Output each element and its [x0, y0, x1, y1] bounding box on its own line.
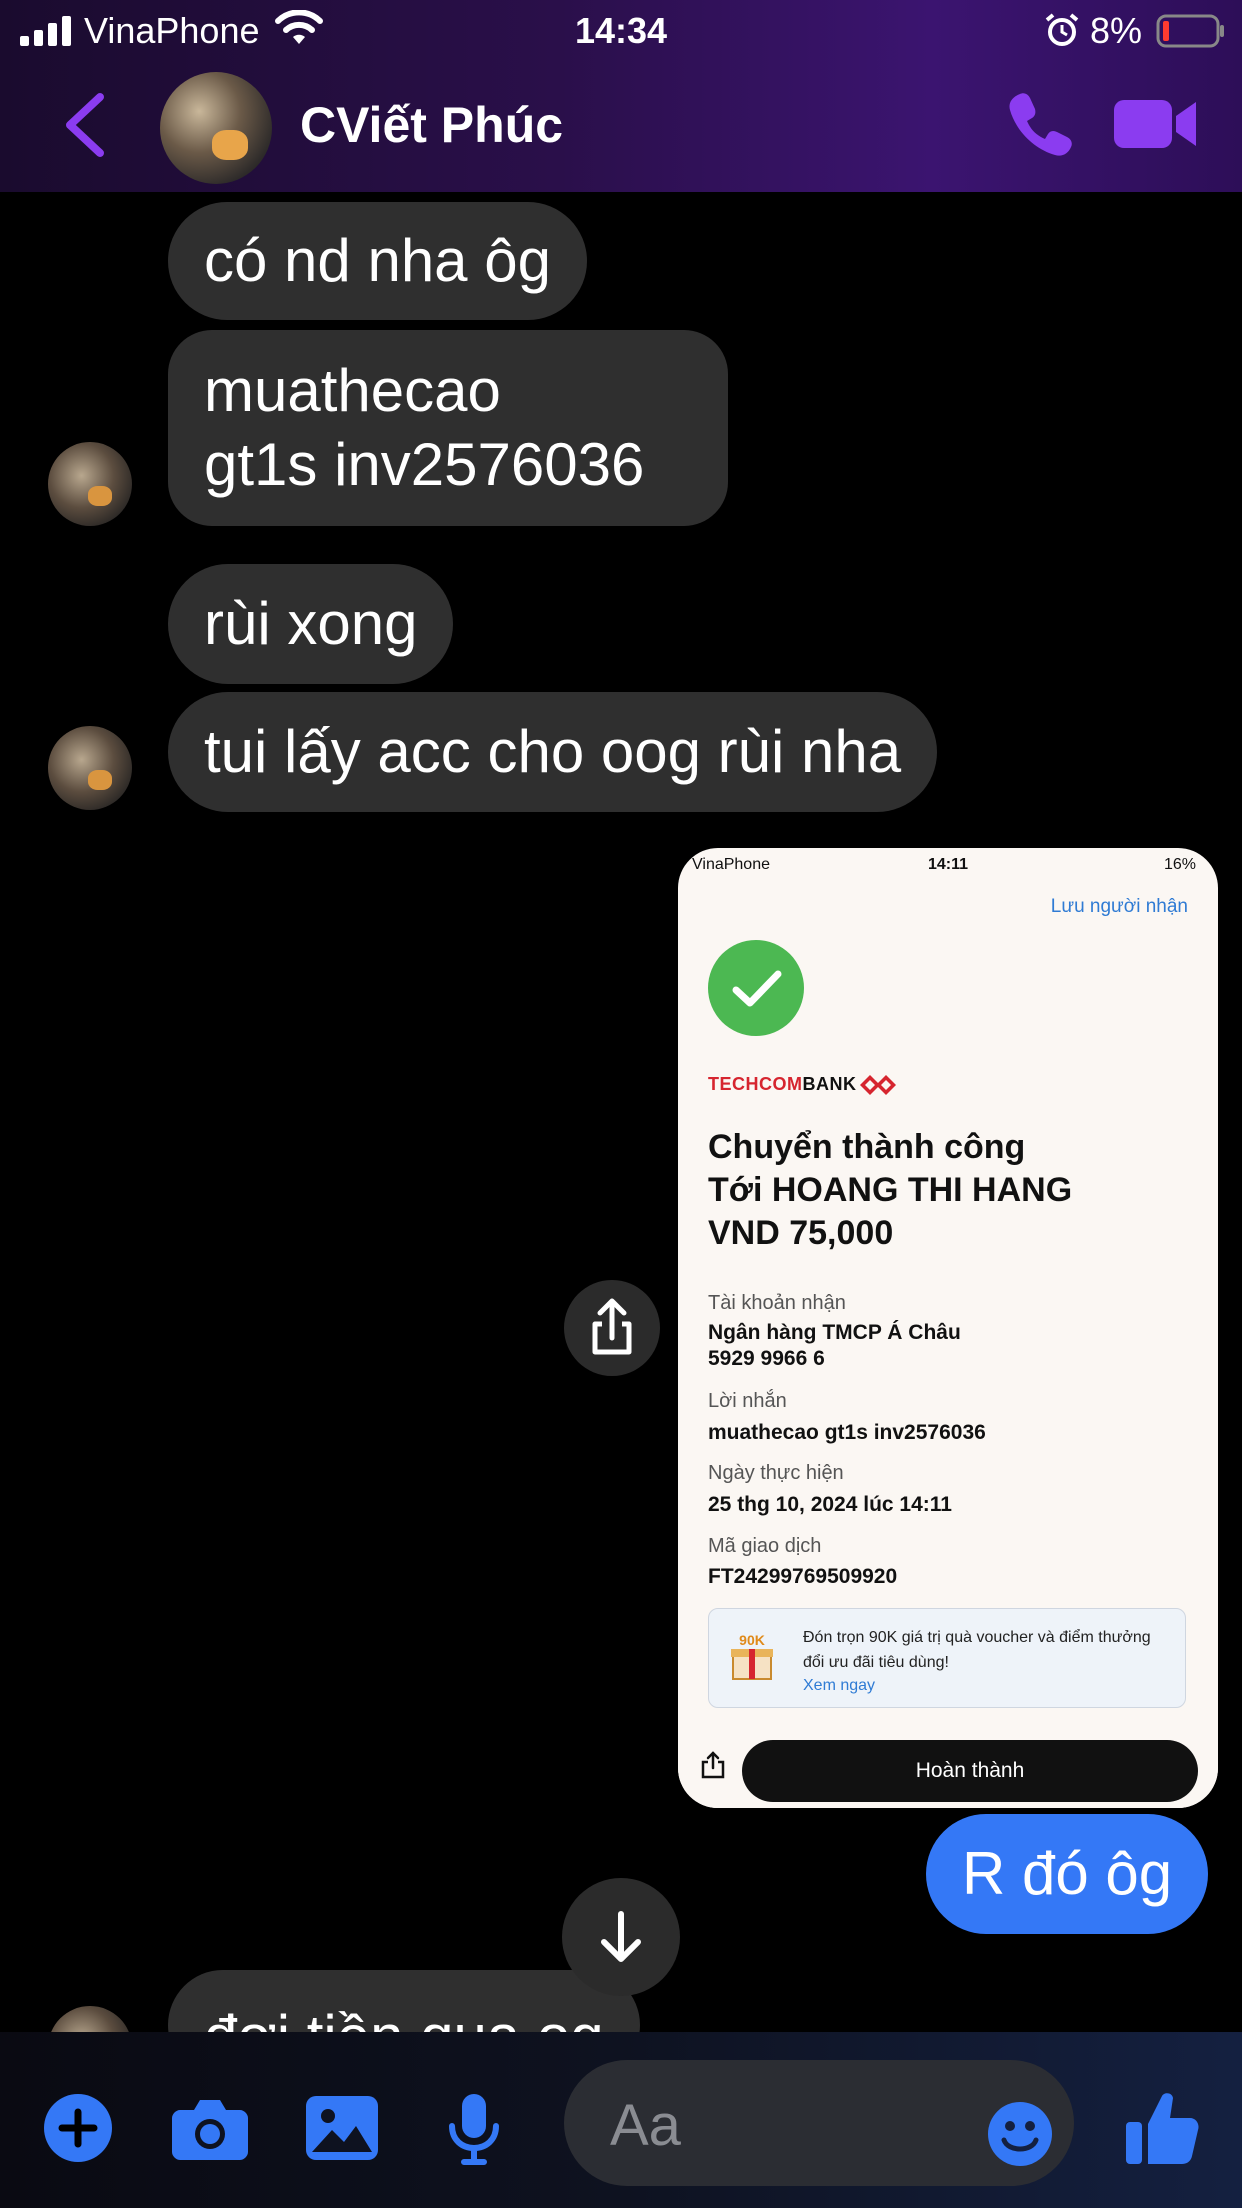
chevron-left-icon[interactable]: [62, 92, 108, 158]
message-composer: Aa: [0, 2032, 1242, 2208]
transfer-status: Chuyển thành công: [708, 1128, 1026, 1166]
bank-logo-mark-icon: [860, 1075, 896, 1095]
gift-box-icon: 90K: [731, 1632, 773, 1680]
status-bar: VinaPhone 14:34 8%: [0, 0, 1242, 62]
scroll-to-bottom-button[interactable]: [562, 1878, 680, 1996]
incoming-message[interactable]: có nd nha ôg: [168, 202, 587, 320]
incoming-message[interactable]: rùi xong: [168, 564, 454, 684]
image-attachment[interactable]: VinaPhone 14:11 16% Lưu người nhận TECHC…: [678, 848, 1218, 1808]
microphone-icon[interactable]: [446, 2094, 502, 2166]
incoming-message[interactable]: tui lấy acc cho oog rùi nha: [168, 692, 938, 812]
image-icon[interactable]: [306, 2096, 378, 2160]
bank-logo: TECHCOMBANK: [708, 1074, 857, 1094]
arrow-down-icon: [601, 1911, 641, 1962]
txn-label: Mã giao dịch: [708, 1535, 822, 1557]
incoming-message[interactable]: muathecao gt1s inv2576036: [168, 330, 728, 526]
phone-icon[interactable]: [1006, 90, 1074, 158]
transfer-amount: VND 75,000: [708, 1214, 894, 1252]
share-attachment-button[interactable]: [564, 1280, 660, 1376]
sender-avatar[interactable]: [48, 726, 132, 810]
message-input-placeholder: Aa: [610, 2093, 681, 2158]
chat-header: CViết Phúc: [0, 62, 1242, 192]
success-check-icon: [708, 940, 804, 1036]
contact-name[interactable]: CViết Phúc: [300, 96, 563, 154]
txn-value: FT24299769509920: [708, 1565, 898, 1588]
date-value: 25 thg 10, 2024 lúc 14:11: [708, 1493, 952, 1516]
share-icon: [701, 1751, 725, 1779]
sender-avatar[interactable]: [48, 442, 132, 526]
share-icon: [592, 1298, 632, 1355]
promo-text: Đón trọn 90K giá trị quà voucher và điểm…: [803, 1629, 1151, 1671]
message-line: muathecao: [204, 357, 501, 424]
done-button: Hoàn thành: [742, 1740, 1198, 1802]
account-label: Tài khoản nhận: [708, 1292, 846, 1314]
camera-icon[interactable]: [172, 2096, 248, 2160]
emoji-icon[interactable]: [986, 2100, 1054, 2168]
thumbs-up-icon[interactable]: [1126, 2090, 1200, 2166]
plus-button[interactable]: [44, 2094, 112, 2162]
alarm-icon: [1045, 13, 1079, 46]
top-bar: VinaPhone 14:34 8% CViết Phúc: [0, 0, 1242, 192]
promo-banner: 90K Đón trọn 90K giá trị quà voucher và …: [708, 1608, 1186, 1708]
message-value: muathecao gt1s inv2576036: [708, 1421, 986, 1444]
account-number: 5929 9966 6: [708, 1347, 825, 1370]
battery-icon: [1156, 14, 1224, 48]
account-bank: Ngân hàng TMCP Á Châu: [708, 1321, 961, 1344]
promo-link: Xem ngay: [803, 1677, 876, 1694]
message-line: gt1s inv2576036: [204, 431, 645, 498]
attachment-battery: 16%: [1163, 856, 1196, 873]
contact-avatar[interactable]: [160, 72, 272, 184]
outgoing-message[interactable]: R đó ôg: [926, 1814, 1209, 1934]
transfer-recipient: Tới HOANG THI HANG: [708, 1171, 1073, 1209]
transfer-summary: Chuyển thành công Tới HOANG THI HANG VND…: [708, 1126, 1072, 1255]
save-recipient-link: Lưu người nhận: [1050, 896, 1188, 917]
attachment-status-bar: VinaPhone 14:11 16%: [678, 848, 1218, 884]
attachment-time: 14:11: [927, 856, 969, 873]
svg-text:90K: 90K: [739, 1632, 765, 1648]
message-label: Lời nhắn: [708, 1390, 787, 1412]
battery-percent: 8%: [1090, 10, 1143, 51]
plus-icon: [58, 2108, 98, 2148]
video-camera-icon[interactable]: [1114, 94, 1198, 154]
attachment-bottom-bar: Hoàn thành: [678, 1722, 1218, 1808]
date-label: Ngày thực hiện: [708, 1462, 844, 1484]
